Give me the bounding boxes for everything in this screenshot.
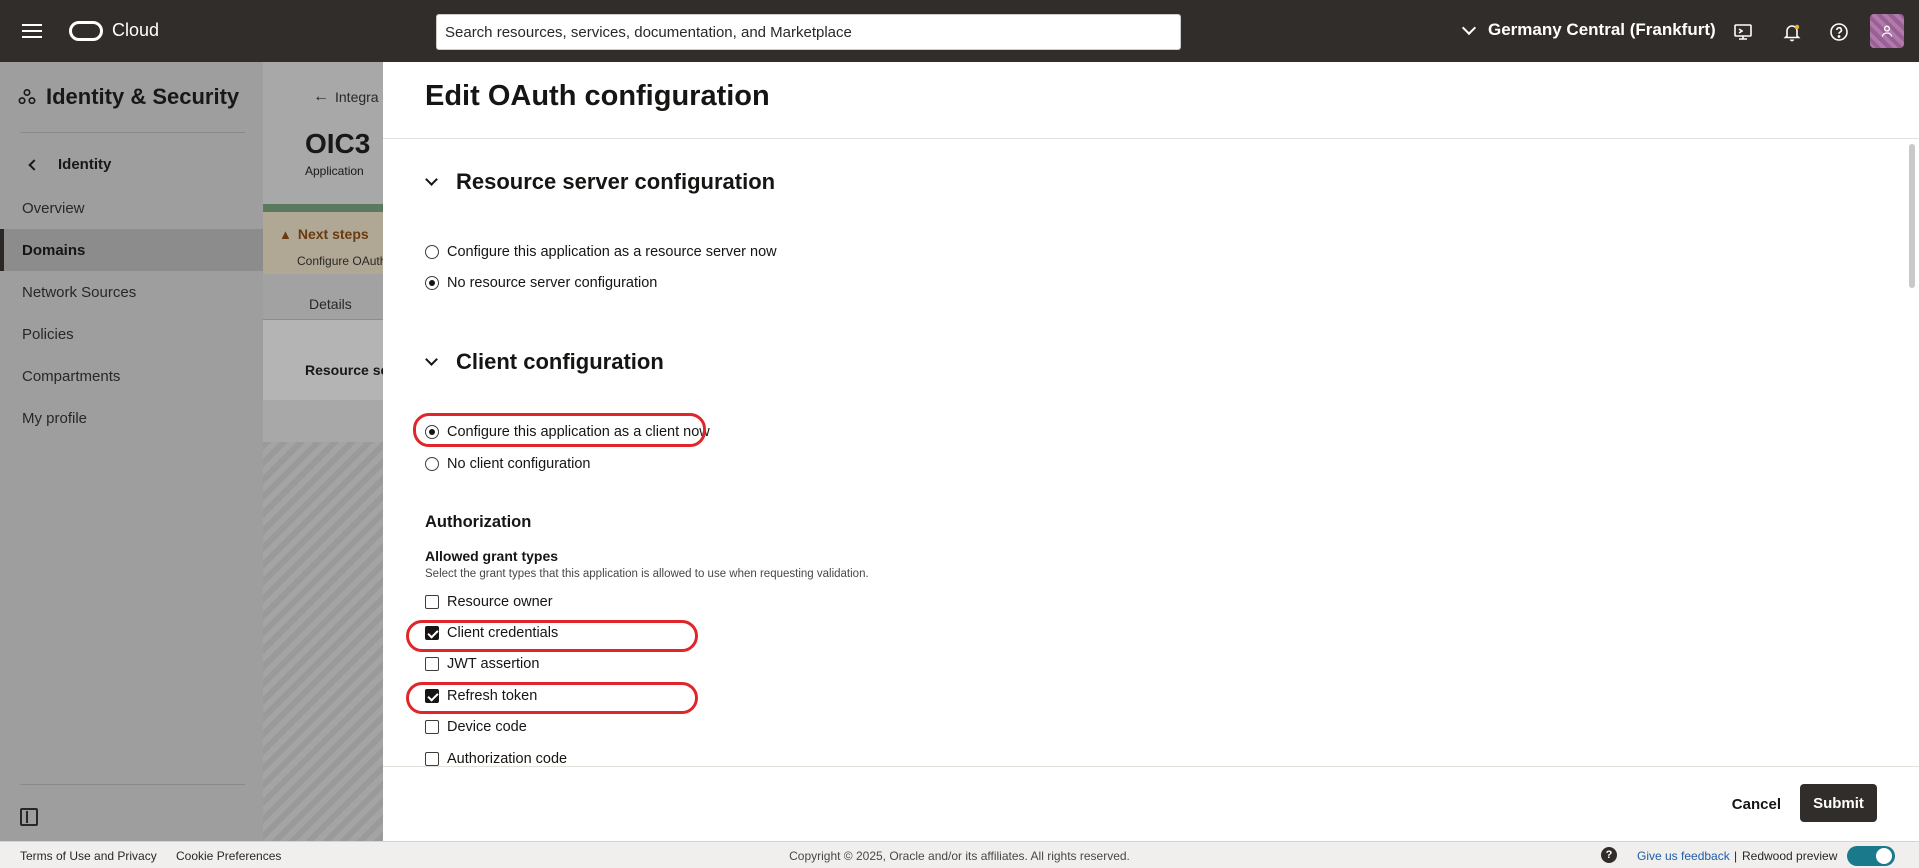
next-steps-title-text: Next steps — [297, 226, 369, 242]
background-page: ← Integra OIC3 Application ▲ Next steps … — [263, 62, 383, 841]
page-title: OIC3 — [305, 128, 371, 159]
identity-security-icon — [18, 88, 36, 105]
resource-server-option-configure[interactable]: Configure this application as a resource… — [425, 244, 777, 260]
sidebar-item-policies[interactable]: Policies — [0, 313, 263, 355]
client-option-none[interactable]: No client configuration — [425, 456, 590, 472]
checkbox[interactable] — [425, 752, 439, 766]
edit-oauth-drawer: Edit OAuth configuration Resource server… — [383, 62, 1919, 841]
chevron-down-icon — [425, 353, 438, 366]
sidebar-item-my-profile[interactable]: My profile — [0, 397, 263, 439]
resource-server-section-toggle[interactable]: Resource server configuration — [425, 169, 776, 195]
sidebar-back-identity[interactable]: Identity — [28, 156, 112, 173]
authorization-heading: Authorization — [425, 513, 532, 531]
option-label: No client configuration — [447, 456, 591, 472]
option-label: Configure this application as a resource… — [447, 244, 777, 260]
grant-label: Device code — [447, 719, 527, 735]
copyright-text: Copyright © 2025, Oracle and/or its affi… — [789, 849, 1130, 863]
top-navigation-bar: Cloud Germany Central (Frankfurt) — [0, 0, 1919, 62]
next-steps-text: Configure OAuth — [297, 254, 383, 268]
grant-authorization-code[interactable]: Authorization code — [425, 751, 567, 767]
decorative-pattern — [263, 442, 383, 841]
grant-label: Client credentials — [447, 625, 559, 641]
divider — [20, 784, 245, 785]
option-label: Configure this application as a client n… — [447, 424, 710, 440]
grant-jwt-assertion[interactable]: JWT assertion — [425, 656, 539, 672]
collapse-sidebar-icon[interactable] — [20, 808, 38, 826]
sidebar-title: Identity & Security — [18, 84, 239, 110]
grant-client-credentials[interactable]: Client credentials — [425, 625, 558, 641]
grant-device-code[interactable]: Device code — [425, 719, 527, 735]
page-footer: Terms of Use and Privacy Cookie Preferen… — [0, 841, 1919, 868]
resource-server-option-none[interactable]: No resource server configuration — [425, 275, 657, 291]
region-label: Germany Central (Frankfurt) — [1488, 20, 1716, 39]
chevron-left-icon — [28, 158, 40, 171]
sidebar-item-overview[interactable]: Overview — [0, 187, 263, 229]
separator: | — [1734, 849, 1738, 863]
chevron-down-icon — [1461, 20, 1477, 35]
decorative-band — [263, 204, 383, 212]
content-card — [263, 320, 383, 400]
divider — [383, 138, 1919, 139]
help-icon[interactable] — [1829, 22, 1849, 42]
cloud-shell-icon[interactable] — [1733, 22, 1753, 42]
region-selector[interactable]: Germany Central (Frankfurt) — [1461, 20, 1716, 40]
radio-button[interactable] — [425, 457, 439, 471]
redwood-preview-label: Redwood preview — [1742, 849, 1838, 863]
hamburger-menu-icon[interactable] — [22, 24, 42, 38]
sidebar-item-compartments[interactable]: Compartments — [0, 355, 263, 397]
checkbox[interactable] — [425, 657, 439, 671]
option-label: No resource server configuration — [447, 275, 658, 291]
grant-label: Refresh token — [447, 688, 538, 704]
user-icon — [1881, 25, 1893, 37]
grant-label: JWT assertion — [447, 656, 540, 672]
drawer-footer: Cancel Submit — [383, 766, 1919, 841]
checkbox-checked[interactable] — [425, 689, 439, 703]
sidebar: Identity & Security Identity Overview Do… — [0, 62, 263, 841]
grant-resource-owner[interactable]: Resource owner — [425, 594, 553, 610]
sidebar-back-label: Identity — [58, 156, 112, 173]
grant-label: Authorization code — [447, 751, 568, 767]
chevron-down-icon — [425, 173, 438, 186]
help-circle-icon[interactable]: ? — [1601, 847, 1617, 863]
next-steps-title: ▲ Next steps — [279, 226, 369, 242]
brand-name[interactable]: Cloud — [112, 20, 159, 41]
page-subtitle: Application — [305, 164, 364, 178]
cancel-button[interactable]: Cancel — [1722, 787, 1791, 821]
sidebar-item-network-sources[interactable]: Network Sources — [0, 271, 263, 313]
search-input[interactable] — [436, 14, 1181, 50]
checkbox[interactable] — [425, 595, 439, 609]
breadcrumb[interactable]: ← Integra — [313, 88, 379, 106]
radio-button-selected[interactable] — [425, 425, 439, 439]
resource-server-heading: Resource server configuration — [456, 169, 776, 194]
drawer-title: Edit OAuth configuration — [425, 80, 770, 112]
grant-label: Resource owner — [447, 594, 553, 610]
sidebar-title-text: Identity & Security — [46, 84, 240, 109]
feedback-link[interactable]: Give us feedback — [1637, 849, 1730, 863]
sidebar-item-domains[interactable]: Domains — [0, 229, 263, 271]
terms-link[interactable]: Terms of Use and Privacy — [20, 849, 157, 863]
notifications-bell-icon[interactable] — [1782, 22, 1802, 42]
oracle-logo-icon[interactable] — [69, 21, 103, 41]
client-option-configure[interactable]: Configure this application as a client n… — [425, 424, 710, 440]
scrollbar-thumb[interactable] — [1909, 144, 1915, 288]
warning-icon: ▲ — [279, 226, 292, 242]
client-section-toggle[interactable]: Client configuration — [425, 349, 664, 375]
arrow-left-icon: ← — [313, 88, 329, 105]
section-heading: Resource se — [305, 362, 383, 378]
tab-details[interactable]: Details — [309, 296, 352, 312]
redwood-preview-toggle[interactable] — [1847, 846, 1895, 866]
checkbox-checked[interactable] — [425, 626, 439, 640]
submit-button[interactable]: Submit — [1800, 784, 1877, 822]
breadcrumb-label: Integra — [335, 89, 379, 105]
grant-types-label: Allowed grant types — [425, 548, 559, 564]
checkbox[interactable] — [425, 720, 439, 734]
grant-refresh-token[interactable]: Refresh token — [425, 688, 537, 704]
grant-types-help: Select the grant types that this applica… — [425, 568, 869, 580]
radio-button[interactable] — [425, 245, 439, 259]
client-heading: Client configuration — [456, 349, 664, 374]
radio-button-selected[interactable] — [425, 276, 439, 290]
divider — [20, 132, 245, 133]
user-avatar[interactable] — [1870, 14, 1904, 48]
cookie-preferences-link[interactable]: Cookie Preferences — [176, 849, 281, 863]
